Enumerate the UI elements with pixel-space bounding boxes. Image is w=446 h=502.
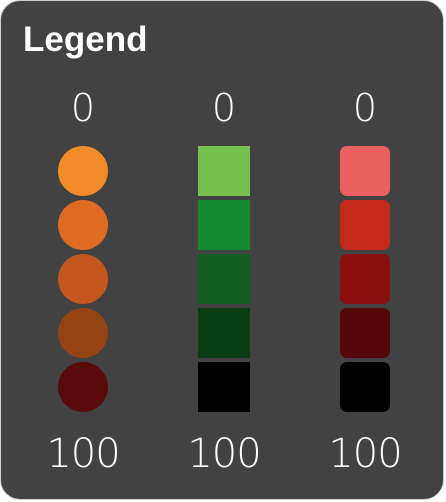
- color-swatch: [198, 200, 250, 250]
- legend-panel: Legend 0 100 0 100 0 100: [0, 0, 444, 500]
- color-swatch: [340, 254, 390, 304]
- color-swatch: [198, 362, 250, 412]
- color-swatch: [340, 308, 390, 358]
- legend-column-squares: 0 100: [174, 1, 274, 499]
- color-swatch: [340, 362, 390, 412]
- color-swatch: [198, 308, 250, 358]
- color-swatch: [58, 308, 108, 358]
- color-swatch: [58, 362, 108, 412]
- min-label: 0: [352, 86, 378, 130]
- color-swatch: [198, 254, 250, 304]
- legend-column-circles: 0 100: [33, 1, 133, 499]
- color-swatch: [58, 254, 108, 304]
- color-swatch: [340, 146, 390, 196]
- color-swatch: [340, 200, 390, 250]
- min-label: 0: [211, 86, 237, 130]
- max-label: 100: [328, 431, 402, 477]
- legend-column-rounded-squares: 0 100: [315, 1, 415, 499]
- max-label: 100: [187, 431, 261, 477]
- color-swatch: [58, 200, 108, 250]
- color-swatch: [58, 146, 108, 196]
- max-label: 100: [46, 431, 120, 477]
- min-label: 0: [70, 86, 96, 130]
- color-swatch: [198, 146, 250, 196]
